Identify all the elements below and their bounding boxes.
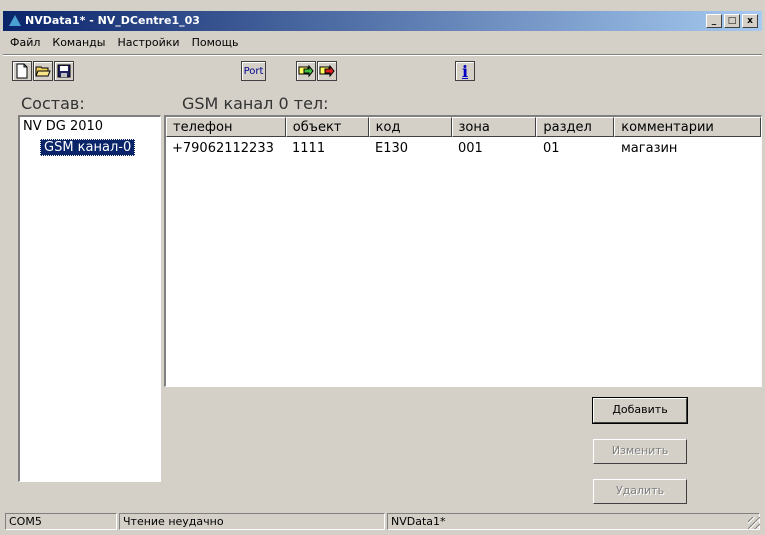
close-button[interactable]: x — [742, 14, 758, 28]
info-button[interactable]: i — [455, 61, 475, 81]
toolbar-separator — [3, 54, 762, 56]
cell-section: 01 — [543, 141, 560, 156]
status-file: NVData1* — [387, 513, 760, 530]
maximize-button[interactable]: □ — [724, 14, 740, 28]
window-controls: _ □ x — [706, 14, 758, 28]
column-object[interactable]: объект — [285, 117, 369, 137]
table-row[interactable]: +79062112233 1111 E130 001 01 магазин — [166, 141, 762, 156]
cell-comment: магазин — [621, 141, 678, 156]
info-icon: i — [461, 61, 469, 81]
menu-commands[interactable]: Команды — [50, 36, 107, 52]
delete-button[interactable]: Удалить — [593, 479, 687, 504]
write-device-button[interactable] — [317, 61, 337, 81]
column-phone[interactable]: телефон — [166, 117, 286, 137]
transfer-out-icon — [319, 64, 335, 78]
port-label: Port — [243, 65, 264, 77]
status-message: Чтение неудачно — [119, 513, 385, 530]
title-bar[interactable]: NVData1* - NV_DCentre1_03 _ □ x — [3, 11, 762, 31]
read-device-button[interactable] — [296, 61, 316, 81]
column-section[interactable]: раздел — [536, 117, 615, 137]
device-tree[interactable]: NV DG 2010 GSM канал-0 — [18, 115, 161, 482]
transfer-in-icon — [298, 64, 314, 78]
phone-list[interactable]: телефон объект код зона раздел комментар… — [164, 115, 762, 387]
channel-label: GSM канал 0 тел: — [182, 94, 329, 113]
new-file-button[interactable] — [12, 61, 32, 81]
menu-file[interactable]: Файл — [8, 36, 42, 52]
app-icon — [9, 15, 21, 26]
save-button[interactable] — [54, 61, 74, 81]
new-file-icon — [16, 63, 28, 79]
minimize-button[interactable]: _ — [706, 14, 722, 28]
open-button[interactable] — [33, 61, 53, 81]
tree-item-gsm-channel[interactable]: GSM канал-0 — [40, 139, 136, 156]
save-icon — [57, 64, 71, 78]
cell-code: E130 — [375, 141, 409, 156]
edit-button[interactable]: Изменить — [593, 439, 687, 464]
window-title: NVData1* - NV_DCentre1_03 — [25, 14, 200, 27]
list-header: телефон объект код зона раздел комментар… — [166, 117, 761, 137]
add-button[interactable]: Добавить — [592, 397, 688, 424]
status-port: COM5 — [5, 513, 117, 530]
composition-label: Состав: — [21, 94, 85, 113]
cell-object: 1111 — [292, 141, 326, 156]
column-zone[interactable]: зона — [451, 117, 537, 137]
app-window: NVData1* - NV_DCentre1_03 _ □ x Файл Ком… — [0, 0, 765, 535]
status-bar: COM5 Чтение неудачно NVData1* — [3, 511, 762, 531]
port-button[interactable]: Port — [241, 61, 266, 81]
cell-zone: 001 — [458, 141, 483, 156]
cell-phone: +79062112233 — [172, 141, 274, 156]
column-comment[interactable]: комментарии — [614, 117, 761, 137]
menu-help[interactable]: Помощь — [190, 36, 241, 52]
menu-settings[interactable]: Настройки — [115, 36, 181, 52]
open-folder-icon — [35, 66, 51, 77]
column-code[interactable]: код — [368, 117, 452, 137]
resize-grip[interactable] — [748, 517, 760, 529]
tree-item-device[interactable]: NV DG 2010 — [23, 119, 103, 134]
menu-bar: Файл Команды Настройки Помощь — [8, 36, 240, 52]
